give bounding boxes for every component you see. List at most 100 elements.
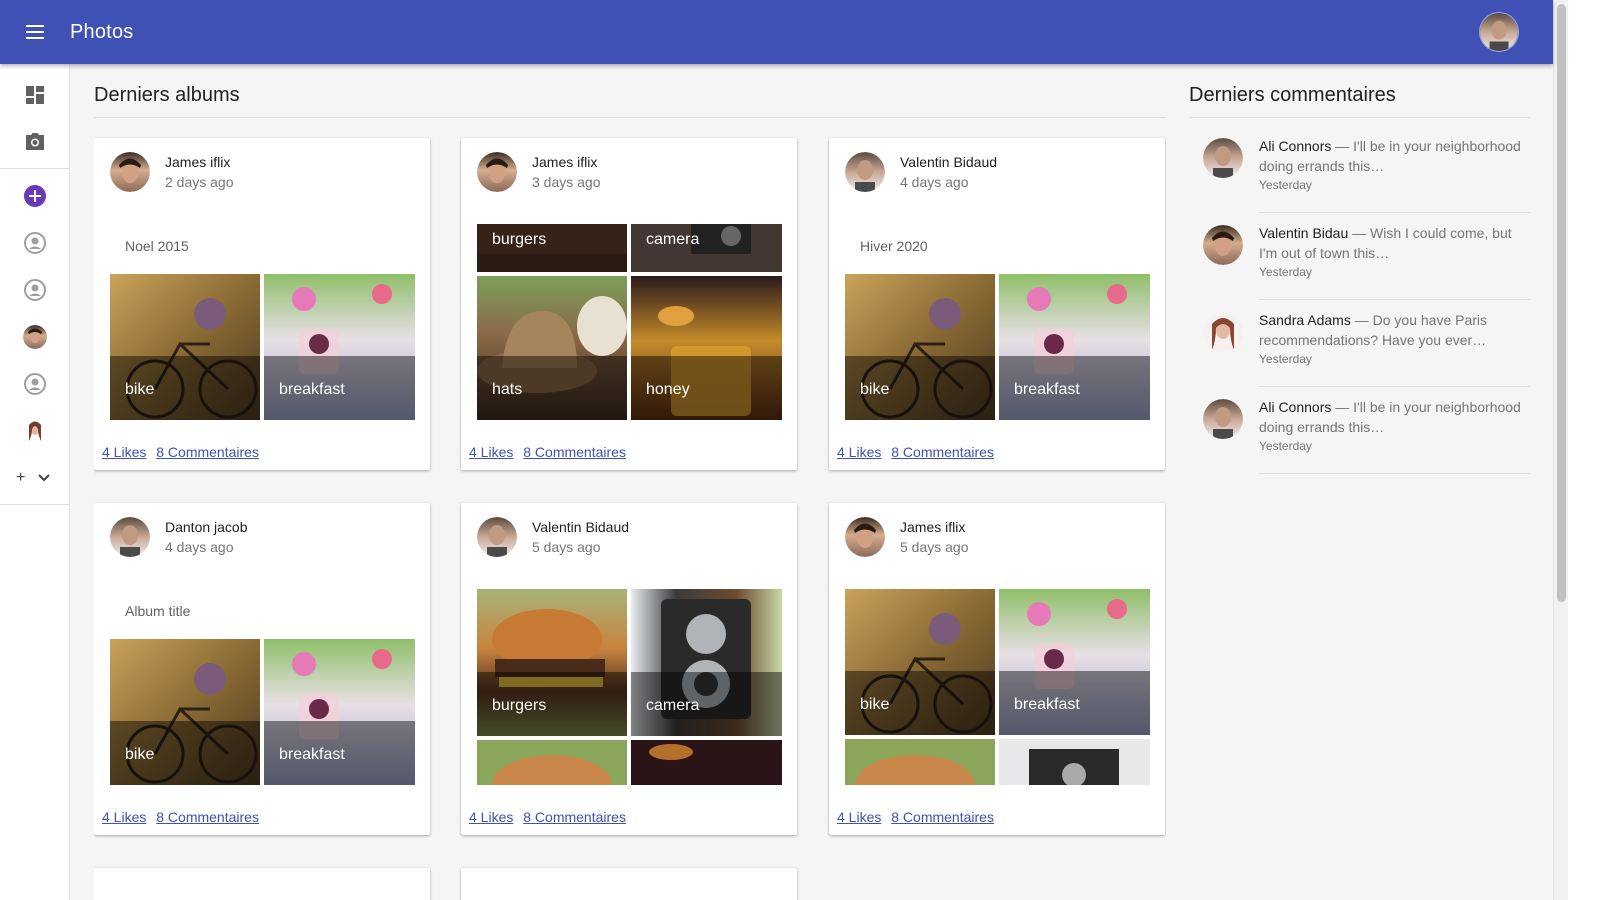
likes-link[interactable]: 4 Likes xyxy=(837,809,881,825)
photo-tile[interactable]: burgers xyxy=(477,589,627,736)
sidebar-item-user-2[interactable] xyxy=(0,266,70,313)
likes-link[interactable]: 4 Likes xyxy=(469,444,513,460)
app-title: Photos xyxy=(70,20,134,43)
card-actions: 4 Likes 8 Commentaires xyxy=(469,809,632,825)
card-author: James iflix xyxy=(165,154,231,170)
card-actions: 4 Likes 8 Commentaires xyxy=(837,809,1000,825)
comment-item[interactable]: Ali Connors — I'll be in your neighborho… xyxy=(1189,126,1530,213)
menu-button[interactable] xyxy=(0,0,70,64)
tile-label: bike xyxy=(110,356,260,420)
photo-tile[interactable]: breakfast xyxy=(264,274,415,420)
card-author: James iflix xyxy=(900,519,966,535)
photo-tiles: burgers camera xyxy=(477,589,782,785)
photo-tile[interactable]: breakfast xyxy=(264,639,415,785)
tile-label: hats xyxy=(477,356,627,420)
card-header: James iflix 5 days ago xyxy=(845,517,969,557)
comment-time: Yesterday xyxy=(1259,265,1312,279)
album-card: Valentin Bidaud 5 days ago burgers camer… xyxy=(461,503,797,835)
albums-section: Derniers albums James iflix 2 days ago N… xyxy=(94,64,1166,900)
likes-link[interactable]: 4 Likes xyxy=(837,444,881,460)
card-time: 5 days ago xyxy=(900,539,969,555)
tile-label: breakfast xyxy=(999,671,1150,735)
author-avatar[interactable] xyxy=(477,517,517,557)
card-actions: 4 Likes 8 Commentaires xyxy=(469,444,632,460)
comments-link[interactable]: 8 Commentaires xyxy=(891,444,994,460)
comment-avatar xyxy=(1203,138,1243,178)
scrollbar-thumb[interactable] xyxy=(1557,4,1566,602)
sidebar-item-add[interactable] xyxy=(0,172,70,219)
tile-label: burgers xyxy=(477,224,627,272)
card-header: Valentin Bidaud 5 days ago xyxy=(477,517,629,557)
burgers-photo xyxy=(845,739,995,785)
album-card: Danton jacob 4 days ago Album title bike… xyxy=(94,503,430,835)
sidebar-divider xyxy=(0,504,70,505)
photo-tile[interactable]: honey xyxy=(631,276,782,420)
tile-label: honey xyxy=(631,356,782,420)
comments-link[interactable]: 8 Commentaires xyxy=(523,809,626,825)
tile-label: camera xyxy=(631,224,782,272)
photo-tile[interactable]: hats xyxy=(477,276,627,420)
photo-tile-partial[interactable] xyxy=(631,740,782,785)
sidebar-more-toggle[interactable]: + xyxy=(0,454,70,501)
comments-section: Derniers commentaires Ali Connors — I'll… xyxy=(1189,64,1530,474)
comment-time: Yesterday xyxy=(1259,439,1312,453)
sidebar-item-user-3[interactable] xyxy=(0,313,70,360)
card-time: 4 days ago xyxy=(900,174,969,190)
sidebar: + xyxy=(0,64,70,900)
comment-time: Yesterday xyxy=(1259,178,1312,192)
albums-title: Derniers albums xyxy=(94,64,1166,118)
photo-tile[interactable]: breakfast xyxy=(999,274,1150,420)
photo-tile[interactable]: bike xyxy=(845,589,995,735)
comment-body: Ali Connors — I'll be in your neighborho… xyxy=(1259,136,1529,194)
comment-divider xyxy=(1259,473,1530,474)
comments-link[interactable]: 8 Commentaires xyxy=(156,444,259,460)
camera-photo xyxy=(999,739,1150,785)
user-avatar[interactable] xyxy=(1479,12,1519,52)
comment-body: Sandra Adams — Do you have Paris recomme… xyxy=(1259,310,1529,368)
photo-tile[interactable]: bike xyxy=(110,639,260,785)
comment-author: Sandra Adams xyxy=(1259,312,1351,328)
photo-tile[interactable]: burgers xyxy=(477,224,627,272)
author-avatar[interactable] xyxy=(110,517,150,557)
sidebar-item-photos[interactable] xyxy=(0,118,70,165)
camera-icon xyxy=(26,132,44,150)
page-scrollbar[interactable] xyxy=(1553,0,1568,900)
album-card: James iflix 3 days ago burgers camera ha… xyxy=(461,138,797,470)
card-author: Valentin Bidaud xyxy=(900,154,998,170)
photo-tile-partial[interactable] xyxy=(477,740,627,785)
comments-link[interactable]: 8 Commentaires xyxy=(523,444,626,460)
sidebar-item-user-1[interactable] xyxy=(0,219,70,266)
card-author: James iflix xyxy=(532,154,598,170)
comment-author: Ali Connors xyxy=(1259,138,1332,154)
comment-item[interactable]: Sandra Adams — Do you have Paris recomme… xyxy=(1189,300,1530,387)
comment-item[interactable]: Ali Connors — I'll be in your neighborho… xyxy=(1189,387,1530,474)
sidebar-item-dashboard[interactable] xyxy=(0,71,70,118)
photo-tile[interactable]: camera xyxy=(631,589,782,736)
photo-tile[interactable]: bike xyxy=(110,274,260,420)
photo-tile-partial[interactable] xyxy=(845,739,995,785)
menu-icon xyxy=(26,23,44,41)
author-avatar[interactable] xyxy=(845,152,885,192)
photo-tile[interactable]: bike xyxy=(845,274,995,420)
card-author: Danton jacob xyxy=(165,519,248,535)
likes-link[interactable]: 4 Likes xyxy=(469,809,513,825)
likes-link[interactable]: 4 Likes xyxy=(102,809,146,825)
photo-tile[interactable]: breakfast xyxy=(999,589,1150,735)
likes-link[interactable]: 4 Likes xyxy=(102,444,146,460)
sidebar-item-user-4[interactable] xyxy=(0,360,70,407)
comment-item[interactable]: Valentin Bidau — Wish I could come, but … xyxy=(1189,213,1530,300)
sidebar-item-user-5[interactable] xyxy=(0,407,70,454)
comments-link[interactable]: 8 Commentaires xyxy=(156,809,259,825)
tile-label: camera xyxy=(631,672,782,736)
honey-photo xyxy=(631,740,782,785)
card-actions: 4 Likes 8 Commentaires xyxy=(102,809,265,825)
card-time: 4 days ago xyxy=(165,539,234,555)
author-avatar[interactable] xyxy=(110,152,150,192)
author-avatar[interactable] xyxy=(845,517,885,557)
photo-tile-partial[interactable] xyxy=(999,739,1150,785)
comment-author: Ali Connors xyxy=(1259,399,1332,415)
comments-link[interactable]: 8 Commentaires xyxy=(891,809,994,825)
author-avatar[interactable] xyxy=(477,152,517,192)
chevron-down-icon xyxy=(38,473,51,481)
photo-tile[interactable]: camera xyxy=(631,224,782,272)
